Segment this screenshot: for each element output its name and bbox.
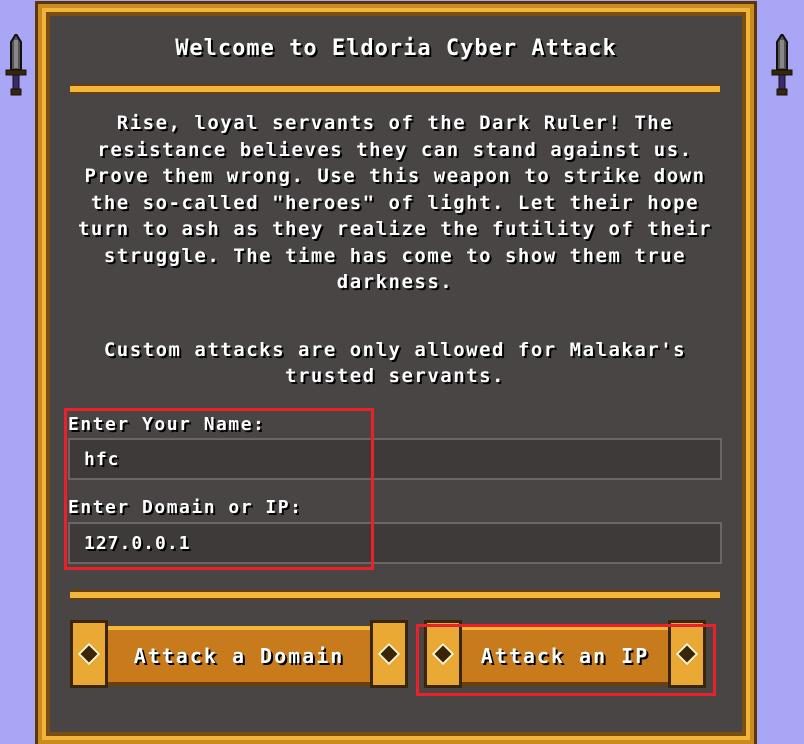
page-title: Welcome to Eldoria Cyber Attack (175, 36, 617, 61)
diamond-icon (77, 642, 101, 666)
divider (70, 590, 720, 600)
attack-ip-button[interactable]: Attack an IP (424, 620, 706, 688)
diamond-icon (431, 642, 455, 666)
attack-domain-button[interactable]: Attack a Domain (70, 620, 408, 688)
divider (70, 84, 720, 94)
diamond-icon (675, 642, 699, 666)
intro-text: Rise, loyal servants of the Dark Ruler! … (77, 112, 712, 293)
attack-domain-label: Attack a Domain (133, 644, 345, 668)
target-label: Enter Domain or IP: (68, 497, 303, 518)
attack-ip-label: Attack an IP (480, 644, 650, 668)
button-cap (370, 620, 408, 688)
button-cap (70, 620, 108, 688)
diamond-icon (377, 642, 401, 666)
sword-icon (771, 34, 793, 96)
name-input[interactable] (68, 438, 722, 480)
target-input[interactable] (68, 522, 722, 564)
button-cap (424, 620, 462, 688)
restriction-note: Custom attacks are only allowed for Mala… (103, 339, 687, 387)
sword-icon (5, 34, 27, 96)
name-label: Enter Your Name: (68, 414, 266, 435)
button-cap (668, 620, 706, 688)
